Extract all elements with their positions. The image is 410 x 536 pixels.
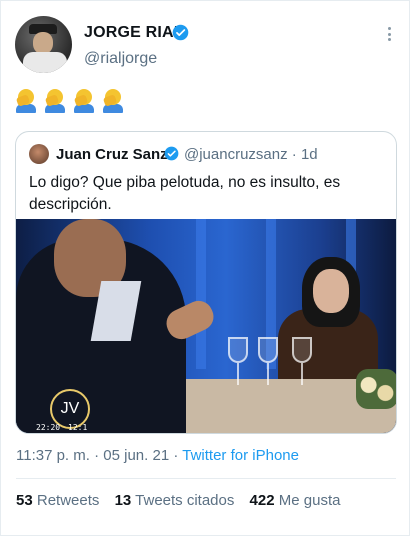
verified-badge-icon bbox=[172, 24, 189, 41]
woman-face bbox=[313, 269, 349, 313]
flower-arrangement bbox=[356, 369, 396, 409]
wine-glass-stem bbox=[267, 363, 269, 385]
quote-tweets-stat[interactable]: 13 Tweets citados bbox=[115, 492, 235, 509]
video-timestamp-secondary: 12:1 bbox=[68, 423, 88, 432]
likes-stat[interactable]: 422 Me gusta bbox=[250, 492, 341, 509]
man-facepalming-icon bbox=[73, 89, 94, 113]
meta-separator: · bbox=[94, 447, 100, 464]
engagement-stats: 53 Retweets 13 Tweets citados 422 Me gus… bbox=[16, 492, 351, 509]
verified-badge-icon bbox=[164, 146, 179, 161]
likes-label: Me gusta bbox=[278, 492, 341, 509]
tweet-text bbox=[15, 89, 123, 113]
video-timestamp: 22:20 bbox=[36, 423, 61, 432]
quoted-author-name[interactable]: Juan Cruz Sanz bbox=[56, 146, 168, 163]
man-facepalming-icon bbox=[15, 89, 36, 113]
author-name[interactable]: JORGE RIAL bbox=[84, 24, 184, 42]
author-handle[interactable]: @rialjorge bbox=[84, 50, 157, 68]
quoted-author-meta: @juancruzsanz · 1d bbox=[184, 146, 318, 163]
quoted-tweet-text: Lo digo? Que piba pelotuda, no es insult… bbox=[29, 174, 341, 213]
tweet-card: JORGE RIAL @rialjorge Juan Cruz Sanz @ju… bbox=[0, 0, 410, 536]
retweets-label: Retweets bbox=[36, 492, 100, 509]
author-avatar[interactable] bbox=[15, 16, 72, 73]
more-options-icon[interactable] bbox=[381, 23, 397, 45]
wine-glass bbox=[292, 337, 312, 363]
retweets-count: 53 bbox=[16, 492, 33, 509]
man-facepalming-icon bbox=[102, 89, 123, 113]
light-stripe bbox=[196, 219, 206, 369]
divider bbox=[16, 478, 396, 479]
wine-glass bbox=[258, 337, 278, 363]
meta-separator: · bbox=[173, 447, 179, 464]
wine-glass-stem bbox=[237, 363, 239, 385]
avatar-face bbox=[33, 32, 53, 54]
tweet-metadata: 11:37 p. m. · 05 jun. 21 · Twitter for i… bbox=[16, 447, 299, 464]
quoted-author-avatar[interactable] bbox=[29, 144, 49, 164]
wine-glass bbox=[228, 337, 248, 363]
tweet-source-link[interactable]: Twitter for iPhone bbox=[182, 447, 299, 464]
quoted-author-handle[interactable]: @juancruzsanz bbox=[184, 146, 288, 163]
likes-count: 422 bbox=[249, 492, 275, 509]
tweet-date[interactable]: 05 jun. 21 bbox=[103, 447, 169, 464]
avatar-shirt bbox=[23, 52, 67, 73]
meta-separator: · bbox=[291, 146, 297, 163]
quoted-tweet[interactable]: Juan Cruz Sanz @juancruzsanz · 1d Lo dig… bbox=[15, 131, 397, 434]
wine-glass-stem bbox=[301, 363, 303, 385]
quote-tweets-label: Tweets citados bbox=[135, 492, 235, 509]
quote-tweets-count: 13 bbox=[114, 492, 132, 509]
man-facepalming-icon bbox=[44, 89, 65, 113]
quoted-video-thumbnail[interactable]: JV 22:20 12:1 bbox=[16, 219, 396, 433]
quoted-tweet-age[interactable]: 1d bbox=[301, 146, 318, 163]
tweet-time[interactable]: 11:37 p. m. bbox=[16, 447, 90, 464]
retweets-stat[interactable]: 53 Retweets bbox=[16, 492, 99, 509]
